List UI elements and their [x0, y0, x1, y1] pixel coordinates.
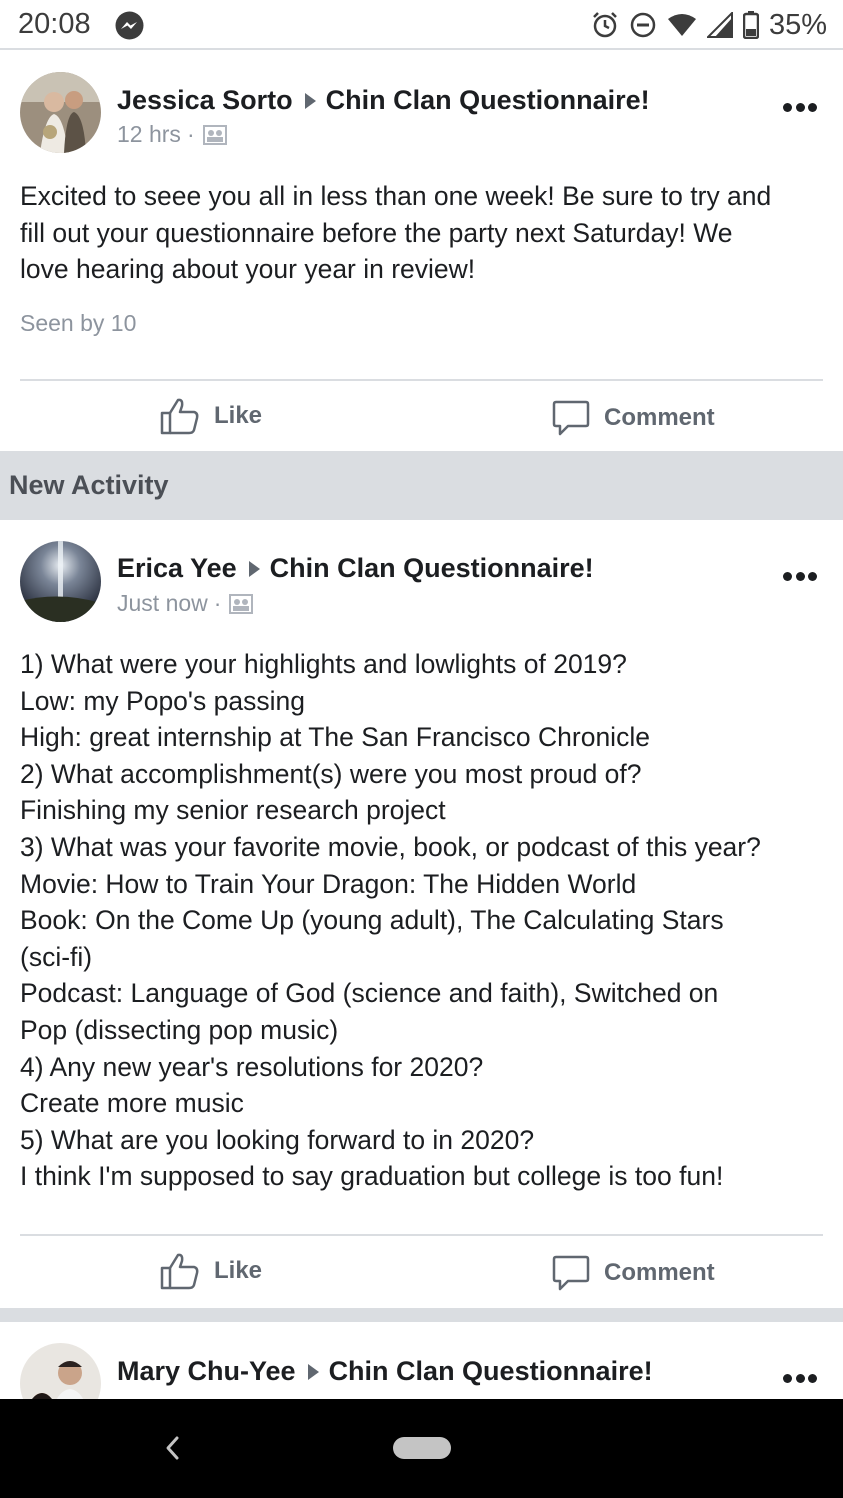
back-icon[interactable] — [162, 1435, 182, 1461]
post-line: 5) What are you looking forward to in 20… — [20, 1124, 535, 1155]
post-line: Podcast: Language of God (science and fa… — [20, 978, 719, 1009]
post-line: Movie: How to Train Your Dragon: The Hid… — [20, 868, 637, 899]
meta-separator: · — [213, 590, 222, 616]
group-icon — [202, 124, 227, 145]
home-button[interactable] — [393, 1437, 451, 1459]
post-header: Mary Chu-Yee Chin Clan Questionnaire! — [117, 1356, 653, 1387]
thumbs-up-icon — [160, 1253, 199, 1290]
thumbs-up-icon — [160, 398, 199, 435]
status-time: 20:08 — [18, 8, 91, 40]
arrow-right-icon — [304, 92, 316, 109]
status-bar: 20:08 35% — [0, 0, 843, 50]
post-line: love hearing about your year in review! — [20, 254, 476, 285]
post-line: Pop (dissecting pop music) — [20, 1014, 339, 1045]
battery-percent: 35% — [768, 8, 827, 41]
post-line: 2) What accomplishment(s) were you most … — [20, 758, 642, 789]
arrow-right-icon — [248, 560, 260, 577]
avatar[interactable] — [20, 1343, 101, 1399]
post-text: Excited to seee you all in less than one… — [20, 178, 825, 288]
battery-icon — [742, 11, 759, 39]
author-name[interactable]: Erica Yee — [117, 553, 237, 584]
post-card: Mary Chu-Yee Chin Clan Questionnaire! — [0, 1322, 843, 1399]
post-line: Low: my Popo's passing — [20, 685, 305, 716]
group-name[interactable]: Chin Clan Questionnaire! — [270, 553, 594, 584]
author-name[interactable]: Jessica Sorto — [117, 85, 293, 116]
post-line: 1) What were your highlights and lowligh… — [20, 649, 627, 679]
avatar-photo — [20, 541, 101, 622]
post-card: Erica Yee Chin Clan Questionnaire! Just … — [0, 520, 843, 1308]
like-label: Like — [214, 1257, 263, 1284]
comment-button[interactable]: Comment — [552, 1255, 715, 1291]
post-line: 3) What was your favorite movie, book, o… — [20, 831, 761, 862]
messenger-icon — [115, 11, 144, 40]
avatar[interactable] — [20, 541, 101, 622]
group-name[interactable]: Chin Clan Questionnaire! — [329, 1356, 653, 1387]
more-options-icon[interactable] — [783, 572, 817, 582]
post-text: 1) What were your highlights and lowligh… — [20, 646, 825, 1195]
post-line: fill out your questionnaire before the p… — [20, 217, 733, 248]
divider — [20, 379, 823, 381]
avatar-photo — [20, 1343, 101, 1399]
post-header: Jessica Sorto Chin Clan Questionnaire! — [117, 85, 650, 116]
post-header: Erica Yee Chin Clan Questionnaire! — [117, 553, 594, 584]
post-time[interactable]: 12 hrs — [117, 121, 181, 148]
post-meta: 12 hrs · — [117, 121, 227, 148]
signal-icon — [706, 12, 733, 38]
comment-icon — [552, 400, 590, 436]
comment-label: Comment — [604, 1259, 715, 1286]
avatar-photo — [20, 72, 101, 153]
comment-label: Comment — [604, 404, 715, 431]
post-meta: Just now · — [117, 590, 254, 617]
post-line: Book: On the Come Up (young adult), The … — [20, 905, 724, 936]
like-label: Like — [214, 402, 263, 429]
comment-icon — [552, 1255, 590, 1291]
post-line: Finishing my senior research project — [20, 795, 446, 826]
post-line: (sci-fi) — [20, 941, 93, 972]
navigation-bar — [0, 1399, 843, 1498]
like-button[interactable]: Like — [160, 397, 262, 435]
post-line: I think I'm supposed to say graduation b… — [20, 1161, 724, 1192]
post-line: 4) Any new year's resolutions for 2020? — [20, 1051, 484, 1082]
post-line: High: great internship at The San Franci… — [20, 722, 650, 753]
post-separator — [0, 1308, 843, 1322]
like-button[interactable]: Like — [160, 1252, 262, 1290]
alarm-icon — [593, 12, 617, 38]
divider — [20, 1234, 823, 1236]
author-name[interactable]: Mary Chu-Yee — [117, 1356, 296, 1387]
seen-by[interactable]: Seen by 10 — [20, 310, 136, 337]
meta-separator: · — [186, 121, 195, 147]
post-line: Create more music — [20, 1088, 244, 1119]
dnd-icon — [630, 12, 656, 38]
more-options-icon[interactable] — [783, 103, 817, 113]
new-activity-header: New Activity — [0, 451, 843, 520]
group-name[interactable]: Chin Clan Questionnaire! — [326, 85, 650, 116]
avatar[interactable] — [20, 72, 101, 153]
section-title: New Activity — [9, 470, 169, 500]
group-icon — [229, 593, 254, 614]
post-line: Excited to seee you all in less than one… — [20, 181, 772, 211]
status-icons: 35% — [591, 9, 827, 41]
more-options-icon[interactable] — [783, 1374, 817, 1384]
wifi-icon — [667, 14, 696, 36]
post-card: Jessica Sorto Chin Clan Questionnaire! 1… — [0, 52, 843, 451]
arrow-right-icon — [307, 1363, 319, 1380]
comment-button[interactable]: Comment — [552, 400, 715, 436]
post-time[interactable]: Just now — [117, 590, 208, 617]
